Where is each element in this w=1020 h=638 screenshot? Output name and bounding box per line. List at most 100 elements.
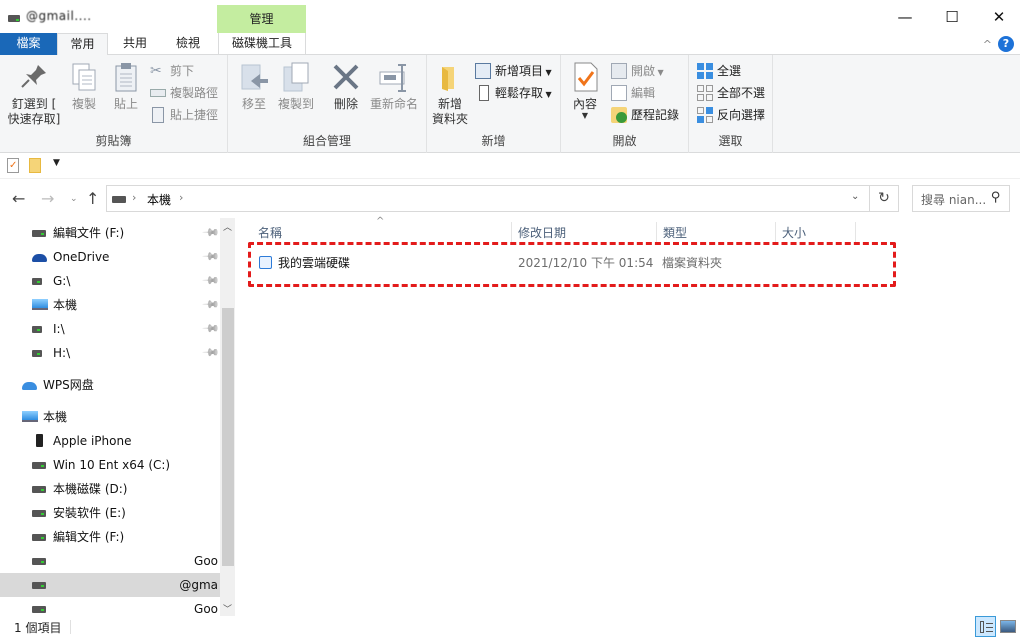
breadcrumb-this-pc[interactable]: 本機 [147,191,171,208]
ribbon-collapse-icon[interactable]: ^ [983,38,992,51]
close-button[interactable]: ✕ [976,0,1020,33]
invert-selection-button[interactable]: 反向選擇 [697,105,765,125]
sidebar-item[interactable]: 編辑文件 (F:) [0,525,220,549]
rename-button[interactable]: 重新命名 [366,61,422,112]
pin-icon [18,61,50,93]
cut-button[interactable]: ✂ 剪下 [150,61,194,81]
paste-shortcut-button[interactable]: 貼上捷徑 [150,105,218,125]
search-box[interactable]: 搜尋 nian... ⚲ [912,185,1010,212]
scroll-up-icon[interactable]: ︿ [223,220,232,233]
tab-view[interactable]: 檢視 [162,33,214,55]
back-arrow-icon[interactable]: ← [12,189,25,208]
paste-button[interactable]: 貼上 [108,61,144,112]
organize-group-label: 組合管理 [302,134,351,148]
address-dropdown-chevron-icon[interactable]: ⌄ [851,191,859,202]
column-header-size[interactable]: 大小 [782,222,806,244]
customize-toolbar-icon[interactable]: ▼ [53,158,60,168]
copy-button[interactable]: 複製 [66,61,102,112]
history-icon [611,107,627,123]
details-view-button[interactable] [975,616,996,637]
sidebar-item[interactable]: H:\ 📌 [0,341,221,365]
new-group-label: 新增 [481,134,506,148]
maximize-button[interactable]: ☐ [929,0,975,33]
tab-drive-tools[interactable]: 磁碟機工具 [218,33,306,55]
column-header-modified[interactable]: 修改日期 [518,222,566,244]
details-view-icon [980,621,984,633]
help-icon[interactable]: ? [998,36,1014,52]
navigation-pane-scrollbar[interactable]: ︿ ﹀ [220,218,235,616]
easy-access-button[interactable]: 輕鬆存取 ▼ [475,83,552,103]
select-none-button[interactable]: 全部不選 [697,83,765,103]
copy-path-button[interactable]: 複製路徑 [150,83,218,103]
unknown-drive-icon [32,350,42,357]
open-button[interactable]: 開啟 ▼ [611,61,664,81]
sidebar-item[interactable]: I:\ 📌 [0,317,221,341]
forward-arrow-icon[interactable]: → [41,189,54,208]
tab-home[interactable]: 常用 [57,33,108,56]
select-all-button[interactable]: 全選 [697,61,741,81]
edit-button[interactable]: 編輯 [611,83,655,103]
sidebar-item-label: H:\ [53,346,71,360]
sidebar-item[interactable]: G:\ 📌 [0,269,221,293]
sidebar-item-label: Goo [194,554,218,568]
move-to-icon [238,61,270,93]
properties-button[interactable]: 內容 ▼ [567,61,603,120]
tab-file[interactable]: 檔案 [0,33,57,55]
new-folder-icon[interactable] [29,158,41,173]
scrollbar-thumb[interactable] [222,308,234,566]
copy-to-button[interactable]: 複製到 [274,61,318,112]
sidebar-item[interactable]: Goo [0,597,220,616]
refresh-button[interactable]: ↻ [869,185,899,212]
sidebar-item[interactable]: Win 10 Ent x64 (C:) [0,453,220,477]
search-icon: ⚲ [991,190,1001,205]
context-tab-manage[interactable]: 管理 [217,5,306,33]
properties-icon[interactable]: ✓ [7,158,19,173]
organize-group: 移至 複製到 刪除 重新命名 組合管理 [228,55,427,153]
paste-shortcut-icon [152,107,164,123]
column-divider [775,222,776,244]
copy-to-icon [280,61,312,93]
scroll-down-icon[interactable]: ﹀ [223,602,232,615]
up-arrow-icon[interactable]: ↑ [86,189,99,208]
large-icons-view-button[interactable] [1000,620,1016,633]
move-to-button[interactable]: 移至 [236,61,272,112]
close-icon: ✕ [992,7,1006,26]
history-button[interactable]: 歷程記錄 [611,105,679,125]
pin-quick-access-button[interactable]: 釘選到 [ 快速存取] [6,61,62,127]
windows-drive-icon [32,462,46,469]
minimize-button[interactable]: — [882,0,928,33]
sidebar-item[interactable]: Goo [0,549,220,573]
drive-icon [32,486,46,493]
drive-icon [112,196,126,203]
select-all-icon [697,63,713,79]
recent-locations-chevron-icon[interactable]: ⌄ [70,194,78,204]
breadcrumb-separator-icon: › [132,191,137,204]
drive-icon [32,230,46,237]
ribbon-tabs: 檔案 常用 共用 檢視 磁碟機工具 [0,33,1020,56]
status-bar: 1 個項目 [0,616,1020,638]
search-input[interactable]: 搜尋 nian... [921,191,986,208]
sidebar-item-label: 本機 [53,298,78,312]
sidebar-item[interactable]: Apple iPhone [0,429,220,453]
sidebar-item[interactable]: 編輯文件 (F:) 📌 [0,221,221,245]
sidebar-item[interactable]: OneDrive 📌 [0,245,221,269]
address-bar[interactable]: › 本機 › ⌄ [106,185,870,212]
highlight-annotation [248,242,896,287]
new-item-button[interactable]: 新增項目 ▼ [475,61,552,81]
column-header-type[interactable]: 類型 [663,222,687,244]
delete-button[interactable]: 刪除 [328,61,364,112]
select-none-icon [697,85,713,101]
sidebar-item[interactable]: 本機 [0,405,220,429]
tab-share[interactable]: 共用 [110,33,160,55]
sidebar-item-label: Apple iPhone [53,434,132,448]
maximize-icon: ☐ [945,7,959,26]
column-header-name[interactable]: 名稱 [258,222,282,244]
sidebar-item-label: 編輯文件 (F:) [53,226,125,240]
sidebar-item[interactable]: 本機磁碟 (D:) [0,477,220,501]
new-group: 新增 資料夾 新增項目 ▼ 輕鬆存取 ▼ 新增 [427,55,561,153]
sidebar-item[interactable]: 安裝软件 (E:) [0,501,220,525]
sidebar-item[interactable]: 本機 📌 [0,293,221,317]
sidebar-item[interactable]: @gma [0,573,220,597]
new-folder-button[interactable]: 新增 資料夾 [429,61,471,127]
sidebar-item[interactable]: WPS网盘 [0,373,220,397]
